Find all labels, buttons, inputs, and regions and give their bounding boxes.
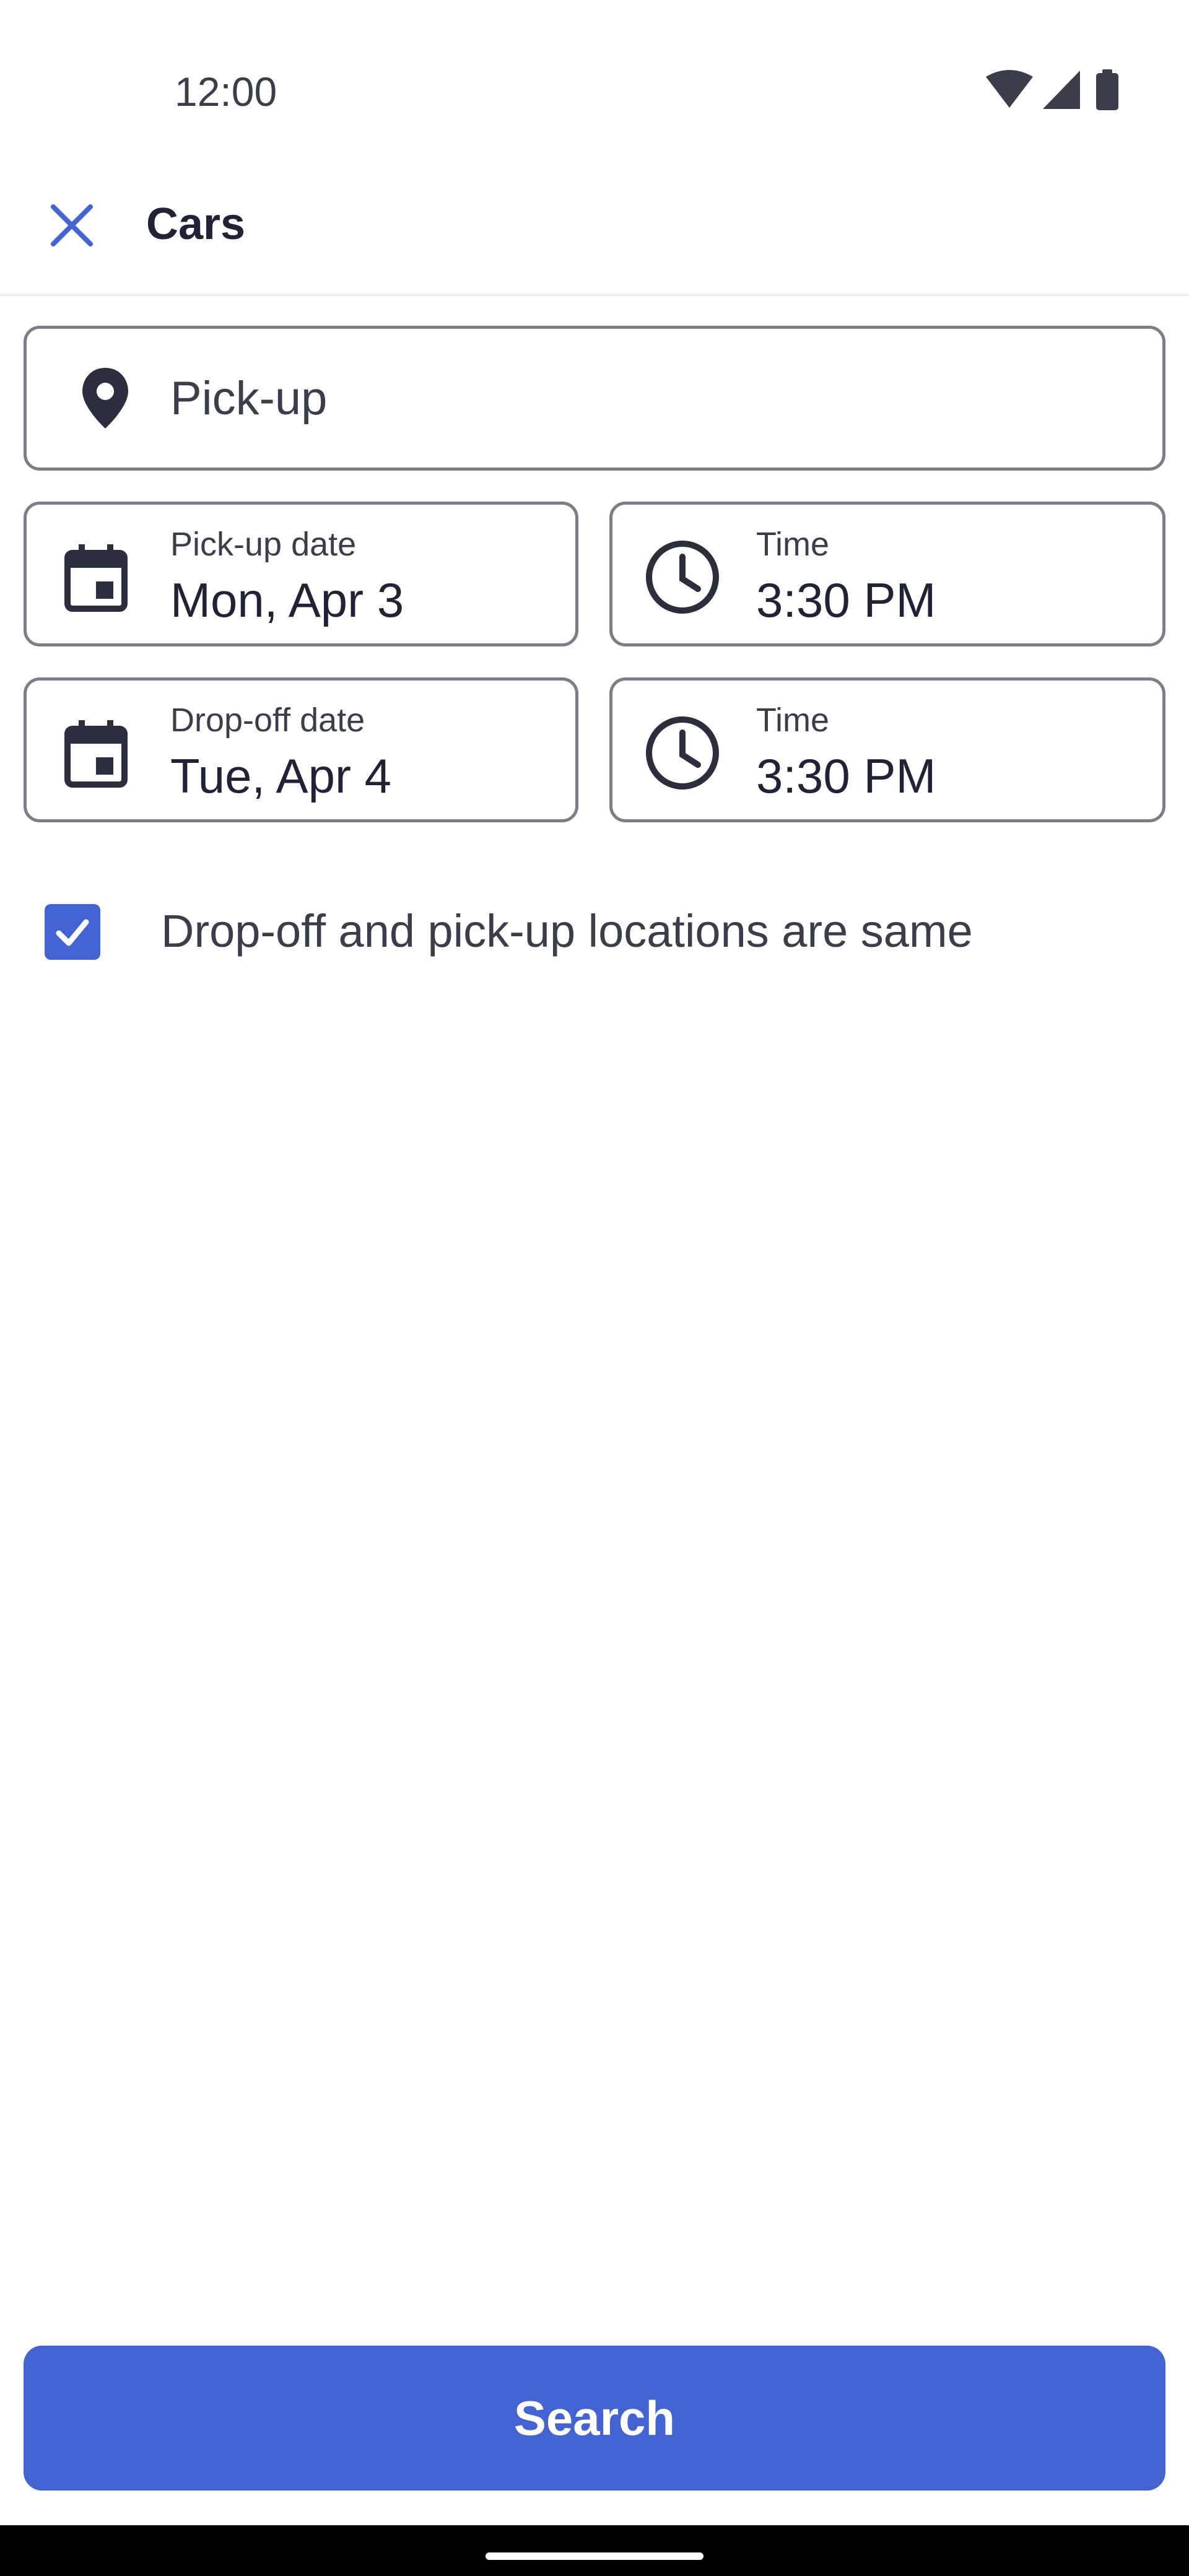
close-button[interactable] [35,188,109,263]
calendar-icon [59,716,133,791]
same-location-checkbox[interactable] [45,904,100,960]
close-icon [51,204,93,246]
pickup-location-placeholder: Pick-up [170,372,328,425]
status-bar: 12:00 [0,0,1189,149]
dropoff-time-value: 3:30 PM [756,749,936,803]
calendar-icon [59,541,133,615]
pickup-time-label: Time [756,526,829,563]
status-icons [985,68,1133,111]
status-time: 12:00 [175,69,277,115]
app-bar: Cars [0,149,1189,296]
wifi-icon [986,70,1033,108]
pickup-time-field[interactable]: Time 3:30 PM [609,502,1165,646]
dropoff-date-field[interactable]: Drop-off date Tue, Apr 4 [24,677,578,822]
clock-icon [642,713,723,793]
same-location-checkbox-row[interactable]: Drop-off and pick-up locations are same [25,886,1164,978]
dropoff-time-label: Time [756,702,829,739]
pickup-date-value: Mon, Apr 3 [170,573,404,627]
clock-icon [642,537,723,617]
page-title: Cars [146,199,246,249]
dropoff-date-label: Drop-off date [170,702,365,739]
dropoff-time-field[interactable]: Time 3:30 PM [609,677,1165,822]
search-button[interactable]: Search [24,2346,1165,2491]
checkmark-icon [56,919,89,946]
home-gesture-handle[interactable] [486,2552,703,2560]
pickup-date-label: Pick-up date [170,526,357,563]
battery-icon [1096,69,1118,110]
location-pin-icon [71,364,139,432]
dropoff-date-value: Tue, Apr 4 [170,749,391,803]
same-location-label: Drop-off and pick-up locations are same [161,905,973,957]
pickup-date-field[interactable]: Pick-up date Mon, Apr 3 [24,502,578,646]
pickup-location-field[interactable]: Pick-up [24,326,1165,471]
navigation-bar [0,2525,1189,2576]
cellular-signal-icon [1043,71,1080,109]
pickup-time-value: 3:30 PM [756,573,936,627]
